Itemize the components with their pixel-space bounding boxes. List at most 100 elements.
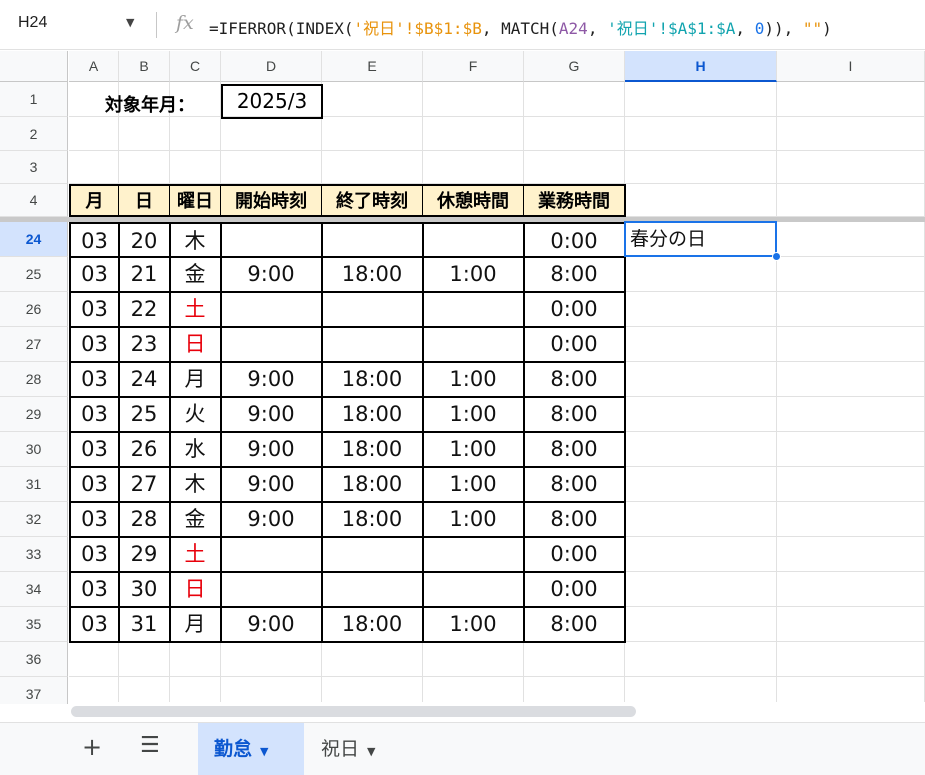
column-header[interactable]: F — [423, 51, 524, 82]
table-cell-day[interactable]: 25 — [119, 397, 171, 433]
column-header[interactable]: I — [777, 51, 925, 82]
row-header[interactable]: 32 — [0, 502, 68, 537]
table-cell-end[interactable]: 18:00 — [322, 432, 424, 468]
table-cell-weekday[interactable]: 火 — [170, 397, 222, 433]
table-cell-work[interactable]: 0:00 — [524, 537, 626, 573]
name-box[interactable]: H24 — [18, 14, 47, 32]
table-cell-day[interactable]: 31 — [119, 607, 171, 643]
row-header[interactable]: 30 — [0, 432, 68, 467]
table-cell-break[interactable]: 1:00 — [423, 257, 525, 293]
row-header[interactable]: 26 — [0, 292, 68, 327]
column-header[interactable]: G — [524, 51, 625, 82]
formula-input[interactable]: =IFERROR(INDEX('祝日'!$B$1:$B, MATCH(A24, … — [209, 15, 832, 39]
table-cell-break[interactable] — [423, 537, 525, 573]
table-cell-break[interactable] — [423, 327, 525, 363]
table-cell-end[interactable]: 18:00 — [322, 362, 424, 398]
table-cell-start[interactable]: 9:00 — [221, 397, 323, 433]
chevron-down-icon[interactable]: ▼ — [126, 16, 134, 29]
table-cell-end[interactable] — [322, 327, 424, 363]
table-cell-start[interactable]: 9:00 — [221, 257, 323, 293]
table-cell-start[interactable]: 9:00 — [221, 362, 323, 398]
table-cell-start[interactable]: 9:00 — [221, 432, 323, 468]
row-header[interactable]: 36 — [0, 642, 68, 677]
table-cell-break[interactable] — [423, 572, 525, 608]
table-cell-month[interactable]: 03 — [69, 467, 120, 503]
table-cell-month[interactable]: 03 — [69, 572, 120, 608]
column-header[interactable]: B — [119, 51, 170, 82]
table-cell-break[interactable]: 1:00 — [423, 467, 525, 503]
table-cell-month[interactable]: 03 — [69, 222, 120, 258]
table-cell-work[interactable]: 8:00 — [524, 467, 626, 503]
row-header[interactable]: 4 — [0, 184, 68, 217]
menu-icon[interactable]: ☰ — [140, 733, 160, 758]
table-cell-month[interactable]: 03 — [69, 432, 120, 468]
row-header[interactable]: 33 — [0, 537, 68, 572]
target-month-value[interactable]: 2025/3 — [221, 84, 323, 119]
column-header[interactable]: A — [69, 51, 119, 82]
table-cell-day[interactable]: 24 — [119, 362, 171, 398]
table-cell-day[interactable]: 23 — [119, 327, 171, 363]
table-cell-day[interactable]: 21 — [119, 257, 171, 293]
row-header[interactable]: 31 — [0, 467, 68, 502]
table-cell-day[interactable]: 29 — [119, 537, 171, 573]
column-header[interactable]: D — [221, 51, 322, 82]
table-header-cell[interactable]: 開始時刻 — [221, 184, 323, 217]
column-header[interactable]: C — [170, 51, 221, 82]
table-cell-work[interactable]: 8:00 — [524, 502, 626, 538]
row-header[interactable]: 28 — [0, 362, 68, 397]
row-header[interactable]: 25 — [0, 257, 68, 292]
row-header[interactable]: 24 — [0, 222, 68, 257]
table-cell-break[interactable] — [423, 222, 525, 258]
table-cell-month[interactable]: 03 — [69, 607, 120, 643]
table-header-cell[interactable]: 曜日 — [170, 184, 222, 217]
table-cell-start[interactable]: 9:00 — [221, 467, 323, 503]
table-cell-end[interactable] — [322, 222, 424, 258]
table-cell-start[interactable] — [221, 327, 323, 363]
table-cell-weekday[interactable]: 水 — [170, 432, 222, 468]
table-cell-day[interactable]: 22 — [119, 292, 171, 328]
table-cell-month[interactable]: 03 — [69, 327, 120, 363]
chevron-down-icon[interactable]: ▼ — [367, 745, 375, 758]
table-cell-break[interactable]: 1:00 — [423, 362, 525, 398]
table-cell-work[interactable]: 8:00 — [524, 397, 626, 433]
table-cell-work[interactable]: 8:00 — [524, 362, 626, 398]
table-cell-start[interactable]: 9:00 — [221, 607, 323, 643]
table-cell-work[interactable]: 0:00 — [524, 572, 626, 608]
table-cell-weekday[interactable]: 月 — [170, 607, 222, 643]
table-cell-day[interactable]: 30 — [119, 572, 171, 608]
table-cell-month[interactable]: 03 — [69, 502, 120, 538]
table-cell-end[interactable]: 18:00 — [322, 607, 424, 643]
table-cell-break[interactable]: 1:00 — [423, 397, 525, 433]
table-cell-start[interactable] — [221, 537, 323, 573]
table-cell-weekday[interactable]: 土 — [170, 292, 222, 328]
table-header-cell[interactable]: 休憩時間 — [423, 184, 525, 217]
select-all-corner[interactable] — [0, 51, 68, 82]
table-cell-month[interactable]: 03 — [69, 257, 120, 293]
table-cell-work[interactable]: 0:00 — [524, 327, 626, 363]
table-cell-work[interactable]: 0:00 — [524, 222, 626, 258]
table-cell-day[interactable]: 27 — [119, 467, 171, 503]
row-header[interactable]: 2 — [0, 117, 68, 151]
table-cell-day[interactable]: 20 — [119, 222, 171, 258]
table-cell-work[interactable]: 8:00 — [524, 257, 626, 293]
table-header-cell[interactable]: 業務時間 — [524, 184, 626, 217]
table-header-cell[interactable]: 月 — [69, 184, 120, 217]
row-header[interactable]: 35 — [0, 607, 68, 642]
table-cell-day[interactable]: 28 — [119, 502, 171, 538]
table-cell-work[interactable]: 0:00 — [524, 292, 626, 328]
table-cell-break[interactable]: 1:00 — [423, 432, 525, 468]
row-header[interactable]: 3 — [0, 151, 68, 184]
table-header-cell[interactable]: 日 — [119, 184, 171, 217]
fill-handle[interactable] — [772, 252, 781, 261]
table-cell-end[interactable]: 18:00 — [322, 397, 424, 433]
table-cell-month[interactable]: 03 — [69, 397, 120, 433]
table-cell-end[interactable]: 18:00 — [322, 257, 424, 293]
table-cell-work[interactable]: 8:00 — [524, 432, 626, 468]
table-cell-end[interactable]: 18:00 — [322, 467, 424, 503]
table-cell-weekday[interactable]: 木 — [170, 222, 222, 258]
table-cell-weekday[interactable]: 金 — [170, 257, 222, 293]
selected-cell-h24[interactable]: 春分の日 — [624, 221, 777, 257]
table-cell-month[interactable]: 03 — [69, 362, 120, 398]
table-cell-weekday[interactable]: 日 — [170, 327, 222, 363]
table-cell-break[interactable] — [423, 292, 525, 328]
